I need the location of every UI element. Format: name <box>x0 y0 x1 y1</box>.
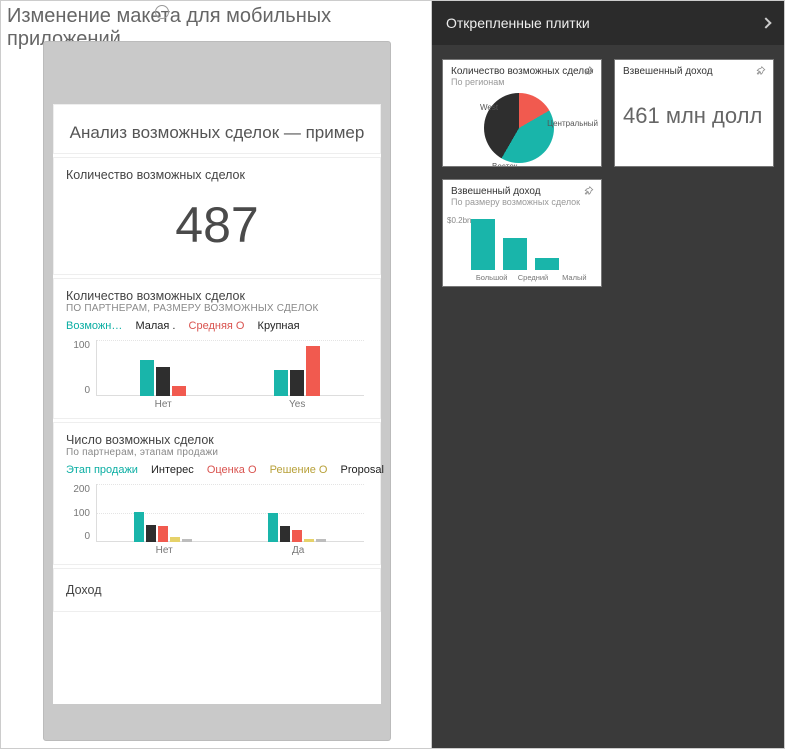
unpinned-tile-weighted[interactable]: Взвешенный доход 461 млн долл <box>614 59 774 167</box>
legend-item: Интерес <box>151 464 194 476</box>
y-axis: 100 0 <box>66 340 94 396</box>
dashboard-title-tile[interactable]: Анализ возможных сделок — пример <box>53 104 381 154</box>
mobile-layout-editor: Изменение макета для мобильных приложени… <box>1 1 432 748</box>
unpinned-tile-size[interactable]: Взвешенный доход По размеру возможных сд… <box>442 179 602 287</box>
stage-chart: 200 100 0 <box>66 484 368 556</box>
bar-group-no <box>96 340 230 396</box>
x-tick: Средний <box>512 273 553 282</box>
tile-partners-title: Количество возможных сделок <box>66 289 368 303</box>
tile-income-title: Доход <box>66 583 368 597</box>
x-tick: Малый <box>554 273 595 282</box>
mini-title: Взвешенный доход <box>623 66 765 77</box>
mini-bars <box>471 216 595 270</box>
mini-title: Количество возможных сделок <box>451 66 593 77</box>
y-tick: 0 <box>66 385 90 396</box>
legend-item: Решение О <box>270 464 328 476</box>
pie-label-east: Восток <box>492 162 517 167</box>
x-tick: Yes <box>289 399 305 410</box>
bars <box>96 484 364 542</box>
y-tick: 100 <box>66 508 90 519</box>
bar-group-yes <box>230 340 364 396</box>
unpinned-tile-regions[interactable]: Количество возможных сделок По регионам … <box>442 59 602 167</box>
pie-label-west: West <box>480 103 498 112</box>
mini-x-axis: Большой Средний Малый <box>471 273 595 282</box>
pin-icon[interactable] <box>583 186 595 198</box>
legend-item: Этап продажи <box>66 464 138 476</box>
y-tick: 0 <box>66 531 90 542</box>
tile-stage-legend: Этап продажи Интерес Оценка О Решение О … <box>66 458 368 480</box>
x-tick: Да <box>292 545 304 556</box>
legend-item: Крупная <box>258 320 300 332</box>
unpinned-header-title: Открепленные плитки <box>446 15 590 31</box>
mini-subtitle: По регионам <box>451 77 593 87</box>
tile-stage-title: Число возможных сделок <box>66 433 368 447</box>
bar-group-no <box>96 484 230 542</box>
mini-title: Взвешенный доход <box>451 186 593 197</box>
x-axis: Нет Yes <box>96 397 364 410</box>
chevron-right-icon <box>760 17 771 28</box>
legend-item: Оценка О <box>207 464 257 476</box>
opportunity-count-value: 487 <box>66 182 368 266</box>
y-tick: 200 <box>66 484 90 495</box>
weighted-value: 461 млн долл <box>623 77 765 129</box>
mini-y-axis: $0.2bn <box>447 216 471 270</box>
x-tick: Нет <box>155 399 172 410</box>
pie-label-central: Центральный <box>547 119 598 128</box>
tile-income[interactable]: Доход <box>53 568 381 612</box>
tile-opportunity-count[interactable]: Количество возможных сделок 487 <box>53 157 381 275</box>
unpinned-header[interactable]: Открепленные плитки <box>432 1 784 45</box>
x-tick: Нет <box>156 545 173 556</box>
phone-screen[interactable]: Анализ возможных сделок — пример Количес… <box>53 104 381 704</box>
pin-icon[interactable] <box>755 66 767 78</box>
tile-partners-legend: Возможн… Малая . Средняя О Крупная <box>66 314 368 336</box>
legend-item: Proposal <box>341 464 384 476</box>
partners-chart: 100 0 <box>66 340 368 410</box>
editor-title: Изменение макета для мобильных приложени… <box>1 1 431 33</box>
legend-item: Малая . <box>135 320 175 332</box>
y-tick: 100 <box>66 340 90 351</box>
tile-stage-subtitle: По партнерам, этапам продажи <box>66 447 368 458</box>
bar-group-yes <box>230 484 364 542</box>
x-axis: Нет Да <box>96 543 364 556</box>
magnifier-icon <box>155 5 169 19</box>
unpinned-tiles-list: Количество возможных сделок По регионам … <box>432 45 784 301</box>
tile-partners-stage[interactable]: Число возможных сделок По партнерам, эта… <box>53 422 381 565</box>
y-tick: $0.2bn <box>447 216 471 225</box>
x-tick: Большой <box>471 273 512 282</box>
dashboard-title-text: Анализ возможных сделок — пример <box>70 123 365 142</box>
y-axis: 200 100 0 <box>66 484 94 542</box>
pie-chart: West Центральный Восток <box>482 89 562 167</box>
tile-partners-size[interactable]: Количество возможных сделок ПО ПАРТНЕРАМ… <box>53 278 381 419</box>
pin-icon[interactable] <box>583 66 595 78</box>
tile-partners-subtitle: ПО ПАРТНЕРАМ, РАЗМЕРУ ВОЗМОЖНЫХ СДЕЛОК <box>66 303 368 314</box>
unpinned-tiles-pane: Открепленные плитки Количество возможных… <box>432 1 784 748</box>
app-root: Изменение макета для мобильных приложени… <box>0 0 785 749</box>
tile-count-title: Количество возможных сделок <box>66 168 368 182</box>
legend-item: Возможн… <box>66 320 122 332</box>
bars <box>96 340 364 396</box>
mini-subtitle: По размеру возможных сделок <box>451 197 593 207</box>
phone-frame: Анализ возможных сделок — пример Количес… <box>43 41 391 741</box>
legend-item: Средняя О <box>189 320 245 332</box>
